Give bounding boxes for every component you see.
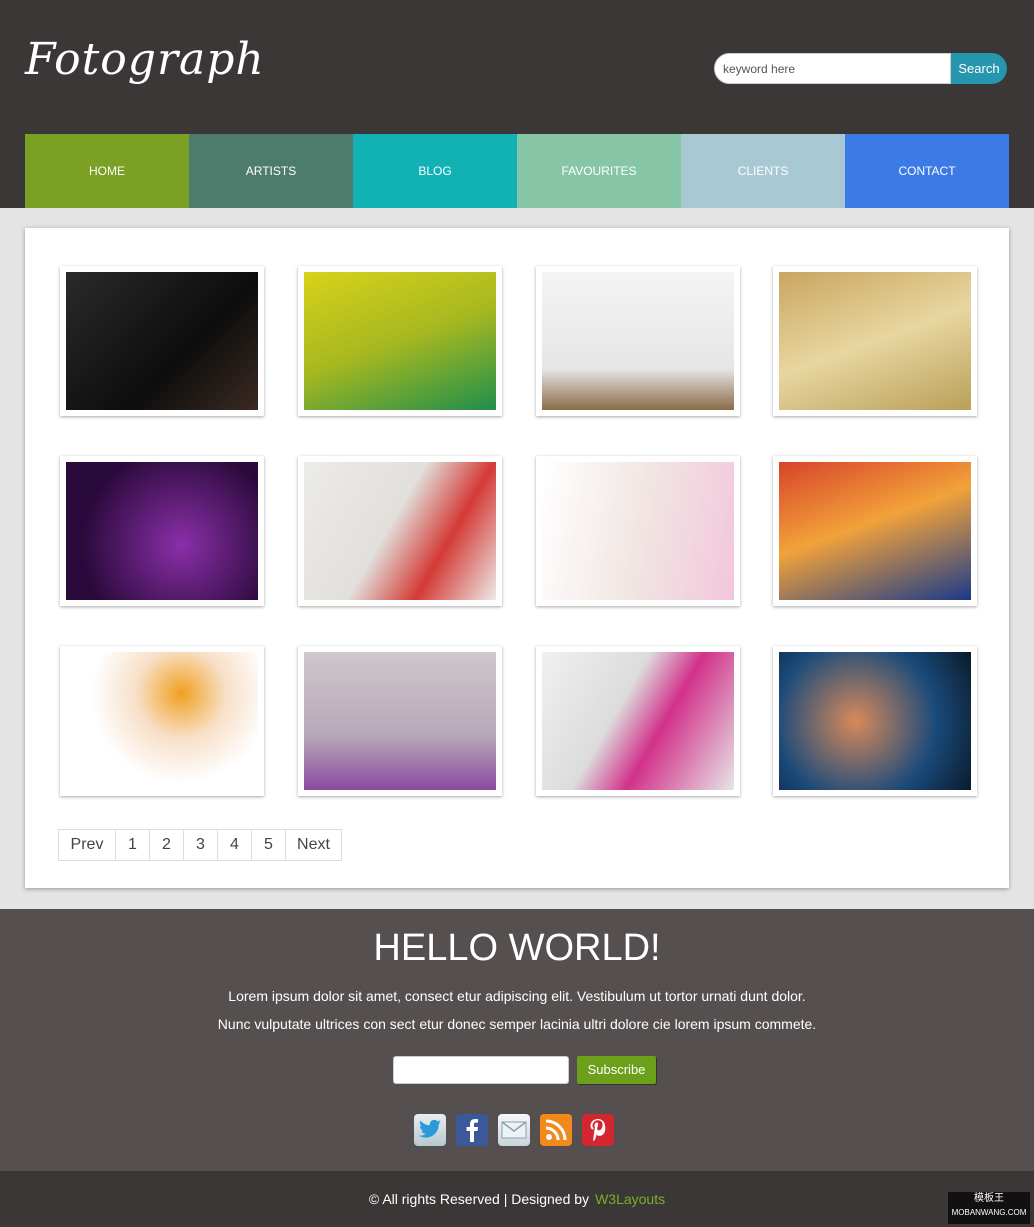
gallery-photo[interactable]: [60, 646, 264, 796]
gallery-panel: Prev 1 2 3 4 5 Next: [25, 228, 1009, 888]
pagination-page[interactable]: 3: [184, 830, 218, 860]
site-header: Fotograph Search HOME ARTISTS BLOG FAVOU…: [0, 0, 1034, 208]
footer-text-line: Nunc vulputate ultrices con sect etur do…: [217, 1016, 817, 1032]
nav-item-contact[interactable]: CONTACT: [845, 134, 1009, 208]
gallery-photo[interactable]: [536, 646, 740, 796]
copyright: © All rights Reserved | Designed by W3Lay…: [0, 1191, 1034, 1207]
watermark-url: MOBANWANG.COM: [951, 1208, 1027, 1217]
nav-item-favourites[interactable]: FAVOURITES: [517, 134, 681, 208]
nav-item-blog[interactable]: BLOG: [353, 134, 517, 208]
gallery-photo[interactable]: [298, 456, 502, 606]
pagination-page[interactable]: 1: [116, 830, 150, 860]
search-button[interactable]: Search: [951, 53, 1007, 84]
pagination-page[interactable]: 2: [150, 830, 184, 860]
email-icon[interactable]: [498, 1114, 530, 1146]
twitter-icon[interactable]: [414, 1114, 446, 1146]
gallery-photo[interactable]: [536, 456, 740, 606]
facebook-icon[interactable]: [456, 1114, 488, 1146]
nav-item-home[interactable]: HOME: [25, 134, 189, 208]
watermark-badge: 模板王 MOBANWANG.COM: [948, 1192, 1030, 1224]
watermark-title: 模板王: [974, 1193, 1004, 1204]
designer-link[interactable]: W3Layouts: [595, 1191, 665, 1207]
nav-item-artists[interactable]: ARTISTS: [189, 134, 353, 208]
subscribe-email-field[interactable]: [393, 1056, 569, 1084]
copyright-text: © All rights Reserved | Designed by: [368, 1191, 590, 1207]
pagination-page[interactable]: 4: [218, 830, 252, 860]
footer-heading: HELLO WORLD!: [373, 927, 661, 969]
rss-icon[interactable]: [540, 1114, 572, 1146]
pagination-prev[interactable]: Prev: [59, 830, 116, 860]
pinterest-icon[interactable]: [582, 1114, 614, 1146]
gallery-photo[interactable]: [60, 266, 264, 416]
pagination: Prev 1 2 3 4 5 Next: [58, 829, 342, 861]
gallery-photo[interactable]: [60, 456, 264, 606]
gallery-photo[interactable]: [773, 266, 977, 416]
pagination-next[interactable]: Next: [286, 830, 341, 860]
gallery-photo[interactable]: [773, 456, 977, 606]
footer-text-line: Lorem ipsum dolor sit amet, consect etur…: [228, 988, 806, 1004]
gallery-photo[interactable]: [773, 646, 977, 796]
gallery-photo[interactable]: [536, 266, 740, 416]
search-form: Search: [714, 53, 1007, 84]
nav-item-clients[interactable]: CLIENTS: [681, 134, 845, 208]
pagination-page[interactable]: 5: [252, 830, 286, 860]
search-input[interactable]: [714, 53, 951, 84]
gallery-photo[interactable]: [298, 266, 502, 416]
subscribe-button[interactable]: Subscribe: [577, 1056, 656, 1084]
gallery-photo[interactable]: [298, 646, 502, 796]
site-logo[interactable]: Fotograph: [25, 34, 265, 85]
main-nav: HOME ARTISTS BLOG FAVOURITES CLIENTS CON…: [25, 134, 1009, 208]
